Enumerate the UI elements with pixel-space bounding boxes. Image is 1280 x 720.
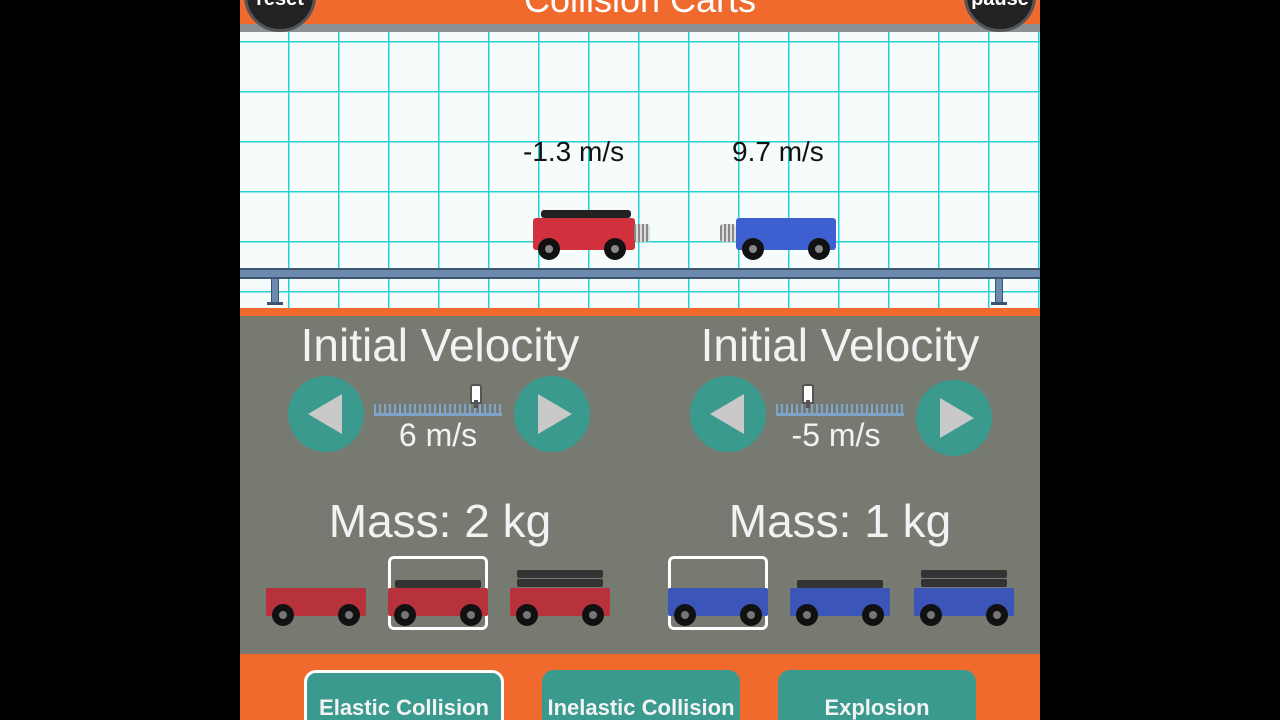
cart2-mass-option-3[interactable] [914, 556, 1014, 630]
track-leg [267, 278, 283, 305]
cart2-velocity-heading: Initial Velocity [700, 319, 980, 371]
cart-spring-icon [634, 224, 650, 242]
cart2-mass-option-2[interactable] [790, 556, 890, 630]
track-divider [240, 308, 1040, 316]
cart1-velocity-value: 6 m/s [398, 417, 478, 453]
cart1-mass-option-1[interactable] [266, 556, 366, 630]
cart2-velocity-value: -5 m/s [791, 417, 881, 453]
cart1-velocity-slider[interactable] [374, 384, 502, 416]
right-arrow-icon [538, 394, 572, 434]
slider-thumb[interactable] [470, 384, 482, 408]
simulation-track-area: -1.3 m/s 9.7 m/s [240, 24, 1040, 308]
cart1-decrease-velocity-button[interactable] [288, 376, 364, 452]
app-title: Collision Carts [240, 0, 1040, 18]
slider-thumb[interactable] [802, 384, 814, 408]
cart2-mass-option-1[interactable] [668, 556, 768, 630]
cart2-velocity-slider[interactable] [776, 384, 904, 416]
cart2-increase-velocity-button[interactable] [916, 380, 992, 456]
cart2-mass-label: Mass: 1 kg [728, 495, 952, 547]
cart2-decrease-velocity-button[interactable] [690, 376, 766, 452]
collision-carts-app: -1.3 m/s 9.7 m/s Collision Carts reset p… [240, 0, 1040, 720]
elastic-collision-button[interactable]: Elastic Collision [304, 670, 504, 720]
mode-button-bar: Elastic Collision Inelastic Collision Ex… [240, 654, 1040, 720]
right-arrow-icon [940, 398, 974, 438]
inelastic-collision-button[interactable]: Inelastic Collision [542, 670, 740, 720]
cart1-mass-option-2[interactable] [388, 556, 488, 630]
cart-spring-icon [720, 224, 736, 242]
track-rail [240, 268, 1040, 279]
track-leg [991, 278, 1007, 305]
cart1-mass-label: Mass: 2 kg [328, 495, 552, 547]
cart1-increase-velocity-button[interactable] [514, 376, 590, 452]
cart1-live-velocity: -1.3 m/s [523, 136, 625, 167]
reset-label: reset [247, 0, 313, 11]
cart1-mass-option-3[interactable] [510, 556, 610, 630]
left-arrow-icon [308, 394, 342, 434]
explosion-button[interactable]: Explosion [778, 670, 976, 720]
cart2-live-velocity: 9.7 m/s [732, 136, 824, 167]
pause-label: pause [967, 0, 1033, 11]
cart1-velocity-heading: Initial Velocity [300, 319, 580, 371]
left-arrow-icon [710, 394, 744, 434]
